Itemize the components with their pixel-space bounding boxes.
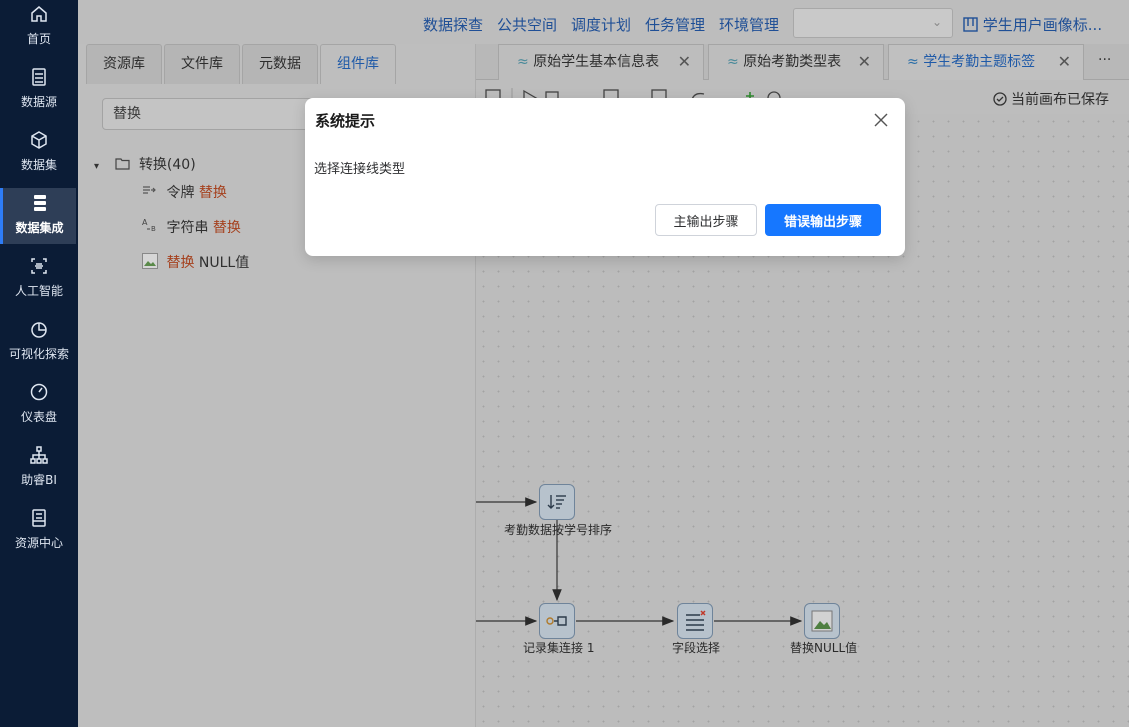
close-icon[interactable]: ✕ [678, 45, 691, 79]
merge-join-icon [546, 616, 567, 626]
node-sort-by-student-id[interactable] [539, 484, 575, 520]
tab-label: 学生考勤主题标签 [923, 54, 1036, 70]
resource-icon [32, 509, 46, 527]
pie-chart-icon [31, 322, 47, 338]
project-select[interactable]: ⌄ [793, 8, 953, 38]
tab-metadata[interactable]: 元数据 [242, 44, 318, 84]
sidebar-item-label: 可视化探索 [8, 347, 69, 361]
tab-resource-library[interactable]: 资源库 [86, 44, 162, 84]
dialog-message: 选择连接线类型 [314, 162, 406, 177]
sidebar-item-ai[interactable]: 人工智能 [0, 256, 78, 312]
sidebar-item-home[interactable]: 首页 [0, 4, 78, 60]
cube-icon [31, 131, 47, 149]
layers-icon: ≈ [727, 54, 739, 70]
tree-item-string-replace[interactable]: AB 字符串 替换 [142, 217, 241, 237]
sidebar-item-label: 人工智能 [14, 284, 63, 298]
node-merge-join-1[interactable] [539, 603, 575, 639]
node-field-select[interactable] [677, 603, 713, 639]
project-title[interactable]: 学生用户画像标... [963, 14, 1102, 35]
broken-image-icon [811, 610, 833, 632]
tab-student-attendance-tags[interactable]: ≈ 学生考勤主题标签 ✕ [888, 44, 1084, 80]
sidebar-item-label: 首页 [26, 32, 51, 46]
sidebar-item-label: 助睿BI [21, 473, 57, 487]
caret-down-icon[interactable]: ▾ [94, 161, 99, 172]
node-label: 考勤数据按学号排序 [504, 523, 613, 537]
tree-folder-label: 转换(40) [138, 157, 196, 173]
more-tabs-button[interactable]: ··· [1098, 52, 1111, 68]
token-icon [143, 186, 156, 194]
close-icon[interactable]: ✕ [858, 45, 871, 79]
layers-icon: ≈ [907, 54, 919, 70]
node-label: 字段选择 [672, 641, 721, 655]
tree-folder-transform[interactable]: ▾ 转换(40) [94, 154, 196, 174]
sidebar-item-resource-center[interactable]: 资源中心 [0, 508, 78, 564]
layers-icon: ≈ [517, 54, 529, 70]
main-output-step-button[interactable]: 主输出步骤 [655, 204, 757, 236]
org-chart-icon [30, 446, 48, 464]
sidebar-item-label: 数据源 [20, 95, 57, 109]
project-title-text: 学生用户画像标... [982, 16, 1103, 34]
system-prompt-dialog: 系统提示 选择连接线类型 主输出步骤 错误输出步骤 [305, 98, 905, 256]
tab-raw-attendance-type[interactable]: ≈ 原始考勤类型表 ✕ [708, 44, 884, 80]
database-icon [32, 68, 46, 86]
sidebar-item-visual-explore[interactable]: 可视化探索 [0, 319, 78, 375]
tab-file-library[interactable]: 文件库 [164, 44, 240, 84]
chevron-down-icon: ⌄ [931, 15, 942, 29]
sidebar-item-label: 资源中心 [14, 536, 63, 550]
nav-env-management[interactable]: 环境管理 [719, 14, 779, 35]
save-status: 当前画布已保存 [992, 89, 1109, 109]
nav-data-explore[interactable]: 数据探查 [423, 14, 483, 35]
gauge-icon [30, 383, 48, 401]
tab-label: 原始学生基本信息表 [533, 54, 660, 70]
server-icon [33, 195, 46, 211]
broken-image-icon [142, 253, 158, 269]
sidebar-item-dashboard[interactable]: 仪表盘 [0, 382, 78, 438]
field-select-icon [686, 610, 706, 631]
sidebar-item-label: 数据集成 [15, 221, 64, 235]
tab-label: 原始考勤类型表 [743, 54, 842, 70]
sidebar-item-label: 数据集 [20, 158, 57, 172]
sidebar-item-datasource[interactable]: 数据源 [0, 67, 78, 123]
string-replace-icon: AB [142, 218, 156, 233]
node-replace-null[interactable] [804, 603, 840, 639]
tree-item-text: 令牌 [166, 185, 199, 201]
board-icon [963, 17, 978, 32]
nav-task-management[interactable]: 任务管理 [645, 14, 705, 35]
sort-icon [547, 495, 566, 509]
tree-item-highlight: 替换 [166, 255, 195, 271]
tab-component-library[interactable]: 组件库 [320, 44, 396, 84]
sidebar-item-dataset[interactable]: 数据集 [0, 130, 78, 186]
home-icon [31, 6, 47, 22]
svg-text:B: B [151, 225, 156, 232]
dialog-title: 系统提示 [315, 112, 376, 130]
tree-item-token-replace[interactable]: 令牌 替换 [142, 182, 227, 202]
node-label: 替换NULL值 [790, 641, 858, 655]
close-icon[interactable] [873, 112, 889, 128]
tree-item-suffix: NULL值 [194, 255, 250, 271]
tree-item-text: 字符串 [166, 220, 213, 236]
sidebar: 首页 数据源 数据集 数据集成 人工智能 可视化探索 仪表盘 助睿BI 资源中心 [0, 0, 78, 727]
svg-text:A: A [142, 218, 148, 227]
sidebar-item-data-integration[interactable]: 数据集成 [0, 188, 76, 244]
sidebar-item-label: 仪表盘 [20, 410, 57, 424]
node-label: 记录集连接 1 [523, 641, 595, 655]
nav-schedule[interactable]: 调度计划 [571, 14, 631, 35]
canvas-tab-bar: ≈ 原始学生基本信息表 ✕ ≈ 原始考勤类型表 ✕ ≈ 学生考勤主题标签 ✕ ·… [476, 44, 1129, 80]
tab-raw-student-info[interactable]: ≈ 原始学生基本信息表 ✕ [498, 44, 704, 80]
folder-icon [115, 158, 131, 170]
nav-public-space[interactable]: 公共空间 [497, 14, 557, 35]
check-circle-icon [992, 92, 1007, 106]
tree-item-highlight: 替换 [212, 220, 241, 236]
sidebar-item-bi[interactable]: 助睿BI [0, 445, 78, 501]
save-status-text: 当前画布已保存 [1011, 92, 1109, 108]
ai-scan-icon [31, 258, 47, 274]
tree-item-replace-null[interactable]: 替换 NULL值 [142, 252, 249, 272]
close-icon[interactable]: ✕ [1058, 45, 1071, 79]
error-output-step-button[interactable]: 错误输出步骤 [765, 204, 881, 236]
tree-item-highlight: 替换 [198, 185, 227, 201]
